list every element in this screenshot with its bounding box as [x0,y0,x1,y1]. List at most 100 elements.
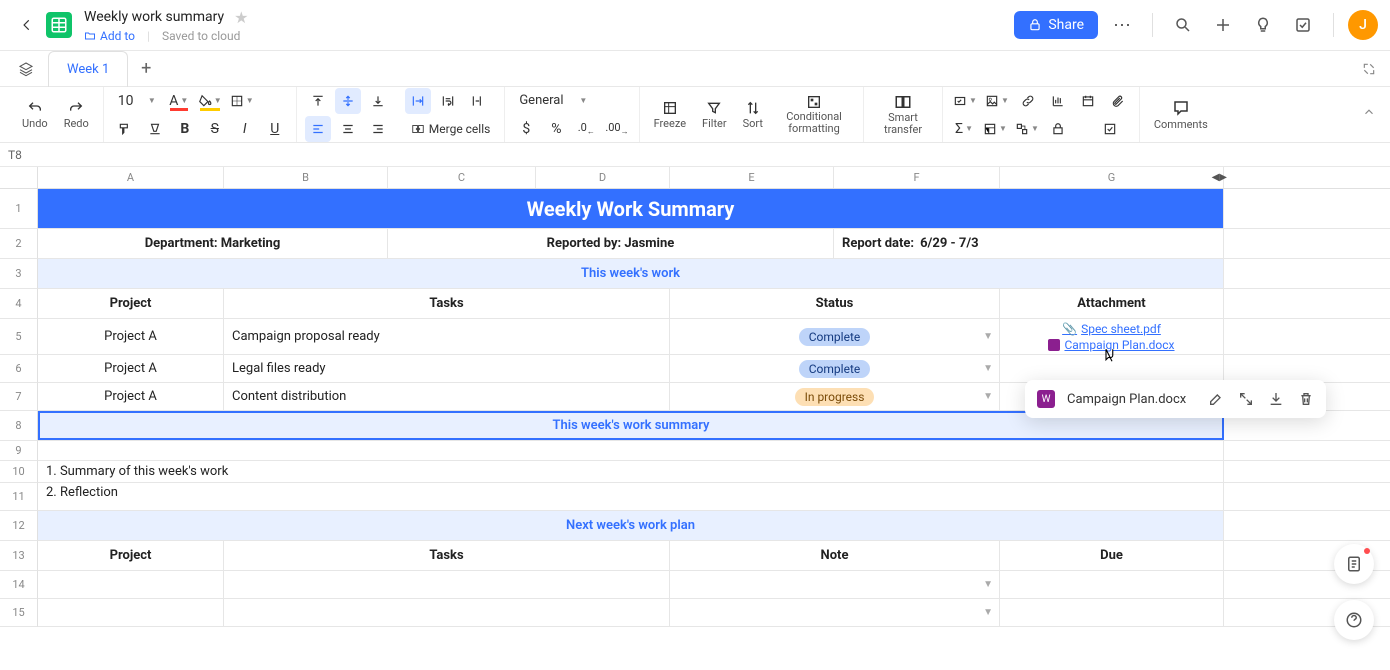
expand-icon[interactable] [1238,391,1254,407]
row-header[interactable]: 4 [0,289,38,319]
attachment-link[interactable]: 📎Spec sheet.pdf [1062,322,1161,336]
hdr-note[interactable]: Note [670,541,1000,570]
layers-icon[interactable] [8,61,44,77]
wrap-text-button[interactable] [435,88,461,114]
cell-status[interactable]: Complete ▼ [670,355,1000,382]
cell[interactable]: ▼ [670,571,1000,598]
valign-middle-button[interactable] [335,88,361,114]
col-header[interactable]: A [38,167,224,188]
insert-chart-button[interactable] [1045,88,1071,114]
cell[interactable] [224,571,670,598]
insert-date-button[interactable] [1075,88,1101,114]
search-icon[interactable] [1167,9,1199,41]
cell[interactable] [224,599,670,626]
pivot-button[interactable]: ▼ [981,116,1009,142]
plus-icon[interactable] [1207,9,1239,41]
sheet-title-cell[interactable]: Weekly Work Summary [38,189,1224,228]
merge-cells-button[interactable]: Merge cells [405,116,497,142]
row-header[interactable]: 12 [0,511,38,541]
borders-button[interactable]: ▼ [228,88,256,114]
col-header[interactable]: F [834,167,1000,188]
collapse-toolbar-icon[interactable] [1362,105,1376,119]
cell-project[interactable]: Project A [38,383,224,410]
comments-button[interactable]: Comments [1148,99,1214,131]
star-icon[interactable]: ★ [234,8,248,27]
delete-icon[interactable] [1298,391,1314,407]
report-date-cell[interactable]: Report date: 6/29 - 7/3 [834,229,1224,258]
sort-button[interactable]: Sort [737,100,769,130]
hdr-tasks[interactable]: Tasks [224,541,670,570]
section-next-week[interactable]: Next week's work plan [38,511,1224,540]
wrap-overflow-button[interactable] [405,88,431,114]
valign-bottom-button[interactable] [365,88,391,114]
protect-button[interactable] [1045,116,1071,142]
document-title[interactable]: Weekly work summary [84,9,224,25]
checkbox-button[interactable] [1097,116,1123,142]
cell[interactable]: ▼ [670,599,1000,626]
hdr-due[interactable]: Due [1000,541,1224,570]
lightbulb-icon[interactable] [1247,9,1279,41]
cell-task[interactable]: Content distribution [224,383,670,410]
chevron-down-icon[interactable]: ▼ [983,391,993,402]
col-header[interactable]: D [536,167,670,188]
chevron-down-icon[interactable]: ▼ [983,607,993,618]
attachment-button[interactable] [1105,88,1131,114]
row-header[interactable]: 7 [0,383,38,411]
user-avatar[interactable]: J [1348,10,1378,40]
cell-attachment[interactable]: 📎Spec sheet.pdf Campaign Plan.docx [1000,319,1224,354]
cell-status[interactable]: Complete ▼ [670,319,1000,354]
row-header[interactable]: 10 [0,461,38,483]
more-menu-icon[interactable]: ⋯ [1106,9,1138,41]
cell-attachment[interactable] [1000,355,1224,382]
name-box[interactable]: T8 [0,143,1390,167]
select-all-corner[interactable] [0,167,38,189]
redo-button[interactable]: Redo [58,100,95,130]
insert-link-button[interactable] [1015,88,1041,114]
hdr-project[interactable]: Project [38,289,224,318]
align-right-button[interactable] [365,116,391,142]
cell[interactable] [38,441,1224,460]
fill-color-button[interactable]: ▼ [196,88,224,114]
decrease-decimal-button[interactable]: .0← [573,116,599,142]
hdr-attachment[interactable]: Attachment [1000,289,1224,318]
hdr-project[interactable]: Project [38,541,224,570]
insert-image-button[interactable]: ▼ [983,88,1011,114]
share-button[interactable]: Share [1014,11,1098,39]
back-button[interactable] [12,14,42,36]
col-header[interactable]: B [224,167,388,188]
formula-button[interactable]: Σ▼ [951,116,977,142]
wrap-clip-button[interactable] [465,88,491,114]
undo-button[interactable]: Undo [16,100,54,130]
currency-button[interactable]: $ [513,116,539,142]
row-header[interactable]: 3 [0,259,38,289]
hdr-status[interactable]: Status [670,289,1000,318]
add-tab-button[interactable]: + [128,58,164,79]
section-this-week[interactable]: This week's work [38,259,1224,288]
clear-format-button[interactable] [142,116,168,142]
cell-project[interactable]: Project A [38,319,224,354]
hdr-tasks[interactable]: Tasks [224,289,670,318]
chevron-down-icon[interactable]: ▼ [983,579,993,590]
cell[interactable] [1000,571,1224,598]
font-color-button[interactable]: A▼ [166,88,192,114]
cell-summary-2[interactable]: 2. Reflection [38,483,1224,510]
freeze-button[interactable]: Freeze [648,100,692,130]
cell-summary-1[interactable]: 1. Summary of this week's work [38,461,1224,482]
italic-button[interactable]: I [232,116,258,142]
tab-week1[interactable]: Week 1 [48,51,128,87]
percent-button[interactable]: % [543,116,569,142]
col-header[interactable]: E [670,167,834,188]
cell-status[interactable]: In progress ▼ [670,383,1000,410]
row-header[interactable]: 15 [0,599,38,627]
add-to-folder[interactable]: Add to [84,29,135,43]
row-header[interactable]: 2 [0,229,38,259]
underline-button[interactable]: U [262,116,288,142]
edit-icon[interactable] [1208,391,1224,407]
fullscreen-icon[interactable] [1362,62,1376,76]
row-header[interactable]: 8 [0,411,38,441]
increase-decimal-button[interactable]: .00→ [603,116,630,142]
align-center-button[interactable] [335,116,361,142]
cell-task[interactable]: Campaign proposal ready [224,319,670,354]
help-float-button[interactable] [1334,600,1374,640]
task-check-icon[interactable] [1287,9,1319,41]
